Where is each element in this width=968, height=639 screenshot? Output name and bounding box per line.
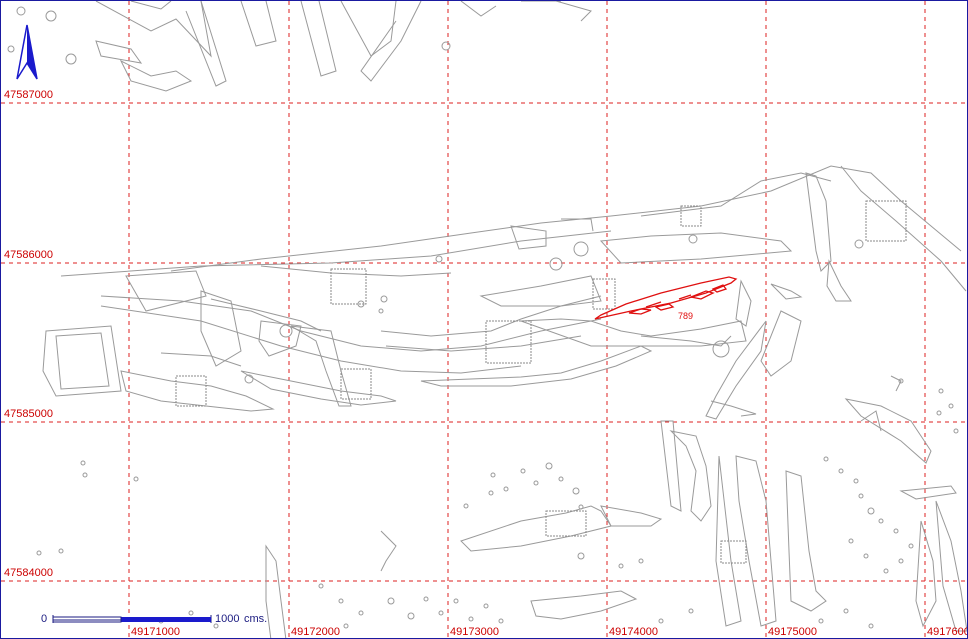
north-arrow-icon xyxy=(13,23,41,86)
excavation-features xyxy=(7,1,967,638)
y-label-1: 47587000 xyxy=(4,89,53,101)
highlighted-feature-789[interactable]: 789 xyxy=(594,276,738,321)
y-label-4: 47584000 xyxy=(4,567,53,579)
scale-bar xyxy=(52,615,212,623)
scale-unit-label: cms. xyxy=(244,613,268,625)
x-label-4: 49174000 xyxy=(609,626,658,638)
coordinate-grid xyxy=(1,1,967,638)
map-drawing[interactable]: 789 xyxy=(1,1,968,639)
y-label-3: 47585000 xyxy=(4,408,53,420)
x-label-5: 49175000 xyxy=(768,626,817,638)
x-label-6: 4917600 xyxy=(927,626,968,638)
y-label-2: 47586000 xyxy=(4,249,53,261)
x-label-1: 49171000 xyxy=(131,626,180,638)
feature-label-789: 789 xyxy=(678,311,693,321)
scale-end-label: 1000 xyxy=(215,613,240,625)
map-canvas[interactable]: 789 47587000 47586000 47585000 47584000 … xyxy=(0,0,968,639)
small-finds xyxy=(36,378,959,629)
x-label-2: 49172000 xyxy=(291,626,340,638)
x-label-3: 49173000 xyxy=(450,626,499,638)
scale-start-label: 0 xyxy=(41,613,48,625)
